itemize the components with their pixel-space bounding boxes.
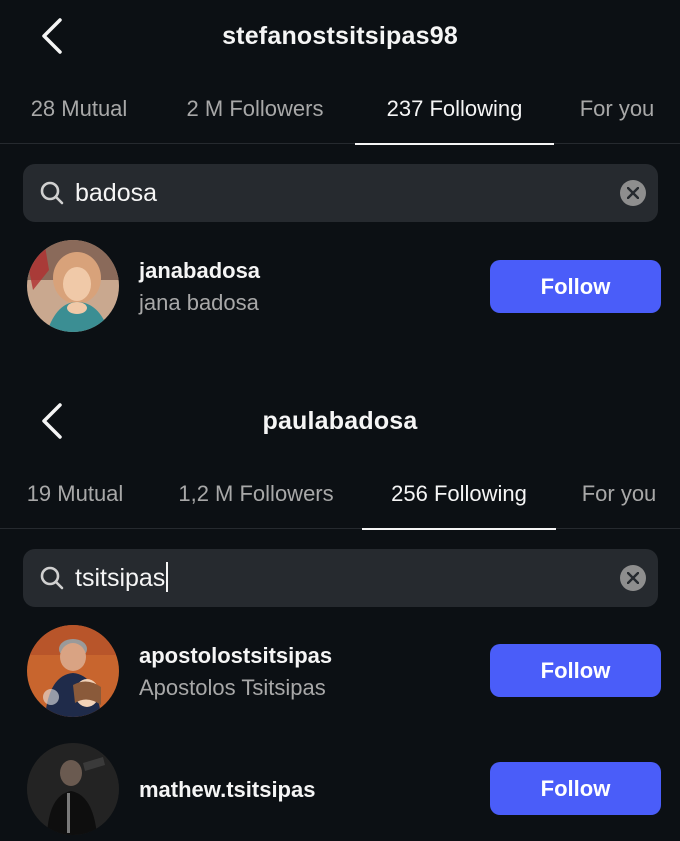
- search-icon: [40, 181, 64, 205]
- search-input[interactable]: badosa: [75, 164, 157, 222]
- tab-bar: 28 Mutual 2 M Followers 237 Following Fo…: [0, 76, 680, 145]
- clear-search-button[interactable]: [620, 565, 646, 591]
- profile-photo: [27, 743, 119, 835]
- tab-following[interactable]: 237 Following: [355, 76, 554, 145]
- search-value: tsitsipas: [75, 564, 166, 592]
- full-name: jana badosa: [139, 290, 259, 315]
- page-title: paulabadosa: [262, 407, 418, 435]
- username[interactable]: janabadosa: [139, 258, 260, 284]
- search-bar[interactable]: tsitsipas: [23, 549, 658, 607]
- clear-search-button[interactable]: [620, 180, 646, 206]
- following-panel-stefanostsitsipas98: stefanostsitsipas98 28 Mutual 2 M Follow…: [0, 0, 680, 380]
- tab-followers[interactable]: 1,2 M Followers: [170, 461, 342, 529]
- tab-for-you[interactable]: For you: [574, 76, 660, 144]
- tab-followers[interactable]: 2 M Followers: [178, 76, 332, 144]
- full-name: Apostolos Tsitsipas: [139, 675, 326, 700]
- following-panel-paulabadosa: paulabadosa 19 Mutual 1,2 M Followers 25…: [0, 385, 680, 835]
- search-input[interactable]: tsitsipas: [75, 549, 169, 607]
- tab-bar: 19 Mutual 1,2 M Followers 256 Following …: [0, 461, 680, 530]
- username[interactable]: apostolostsitsipas: [139, 643, 332, 669]
- list-item[interactable]: apostolostsitsipas Apostolos Tsitsipas F…: [0, 625, 680, 723]
- follow-button[interactable]: Follow: [490, 644, 661, 697]
- profile-photo: [27, 625, 119, 717]
- avatar[interactable]: [27, 743, 119, 835]
- profile-photo: [27, 240, 119, 332]
- tab-mutual[interactable]: 19 Mutual: [20, 461, 130, 529]
- list-item[interactable]: janabadosa jana badosa Follow: [0, 240, 680, 338]
- tab-following[interactable]: 256 Following: [362, 461, 556, 530]
- search-bar[interactable]: badosa: [23, 164, 658, 222]
- header: stefanostsitsipas98: [0, 0, 680, 76]
- close-icon: [627, 572, 639, 584]
- username[interactable]: mathew.tsitsipas: [139, 777, 315, 803]
- avatar[interactable]: [27, 625, 119, 717]
- list-item[interactable]: mathew.tsitsipas Follow: [0, 743, 680, 841]
- tab-mutual[interactable]: 28 Mutual: [23, 76, 135, 144]
- avatar[interactable]: [27, 240, 119, 332]
- header: paulabadosa: [0, 385, 680, 461]
- follow-button[interactable]: Follow: [490, 762, 661, 815]
- page-title: stefanostsitsipas98: [222, 22, 458, 50]
- tab-for-you[interactable]: For you: [576, 461, 662, 529]
- follow-button[interactable]: Follow: [490, 260, 661, 313]
- search-icon: [40, 566, 64, 590]
- text-caret: [166, 562, 169, 593]
- close-icon: [627, 187, 639, 199]
